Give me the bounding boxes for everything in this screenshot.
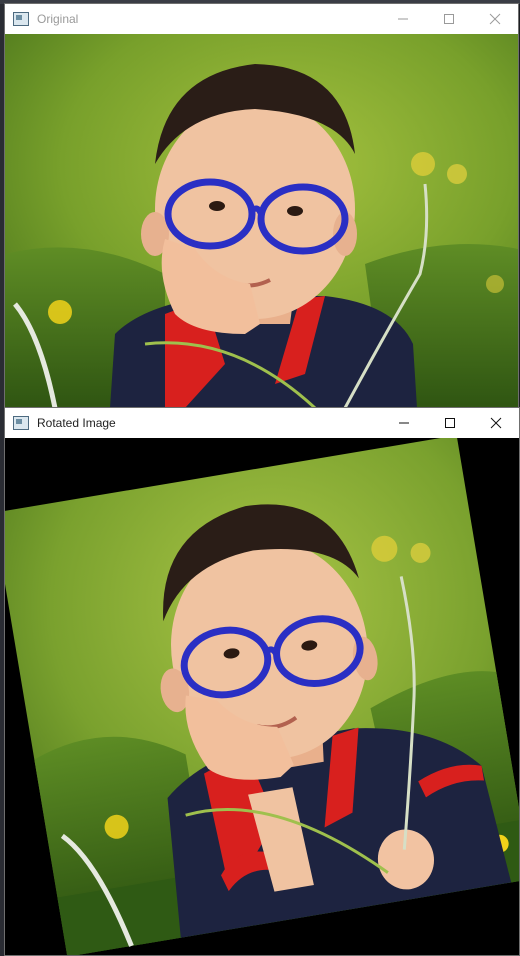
rotated-window[interactable]: Rotated Image bbox=[4, 407, 520, 956]
original-photo bbox=[5, 34, 518, 408]
rotated-photo bbox=[5, 438, 519, 955]
minimize-icon bbox=[399, 422, 409, 424]
close-button[interactable] bbox=[472, 4, 518, 34]
original-window[interactable]: Original bbox=[4, 3, 519, 409]
rotated-titlebar[interactable]: Rotated Image bbox=[5, 408, 519, 438]
window-title: Original bbox=[37, 12, 79, 26]
maximize-icon bbox=[444, 14, 454, 24]
close-button[interactable] bbox=[473, 408, 519, 438]
maximize-icon bbox=[445, 418, 455, 428]
maximize-button[interactable] bbox=[427, 408, 473, 438]
app-icon bbox=[13, 416, 29, 430]
rotated-image-area bbox=[5, 438, 519, 955]
minimize-button[interactable] bbox=[380, 4, 426, 34]
minimize-button[interactable] bbox=[381, 408, 427, 438]
close-icon bbox=[490, 417, 502, 429]
app-icon bbox=[13, 12, 29, 26]
original-titlebar[interactable]: Original bbox=[5, 4, 518, 34]
window-title: Rotated Image bbox=[37, 416, 116, 430]
close-icon bbox=[489, 13, 501, 25]
minimize-icon bbox=[398, 18, 408, 20]
original-image-area bbox=[5, 34, 518, 408]
maximize-button[interactable] bbox=[426, 4, 472, 34]
